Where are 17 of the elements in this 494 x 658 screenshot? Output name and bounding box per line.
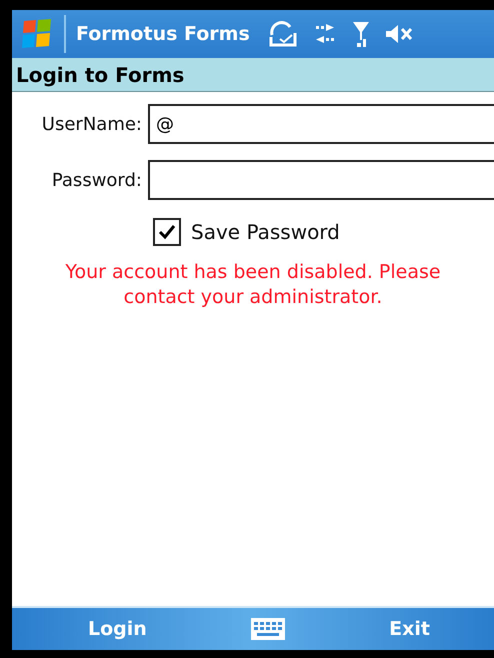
checkmark-icon: [158, 224, 176, 240]
mute-icon[interactable]: [384, 23, 414, 45]
windows-logo-icon[interactable]: [20, 17, 54, 51]
signal-icon[interactable]: [352, 20, 370, 48]
field-label: Password:: [50, 170, 143, 190]
window-title: Formotus Forms: [76, 23, 250, 45]
checkbox[interactable]: [153, 218, 181, 246]
error-message: Your account has been disabled. Please contact your administrator.: [64, 260, 442, 310]
login-button[interactable]: Login: [84, 616, 151, 642]
input-field[interactable]: @: [148, 104, 494, 144]
page-header: Login to Forms: [12, 58, 494, 92]
checkbox-label: Save Password: [191, 220, 340, 244]
field-label: UserName:: [40, 114, 143, 134]
exit-button[interactable]: Exit: [385, 616, 434, 642]
input-field[interactable]: [148, 160, 494, 200]
keyboard-icon[interactable]: [250, 618, 285, 640]
sync-icon[interactable]: [268, 21, 298, 47]
